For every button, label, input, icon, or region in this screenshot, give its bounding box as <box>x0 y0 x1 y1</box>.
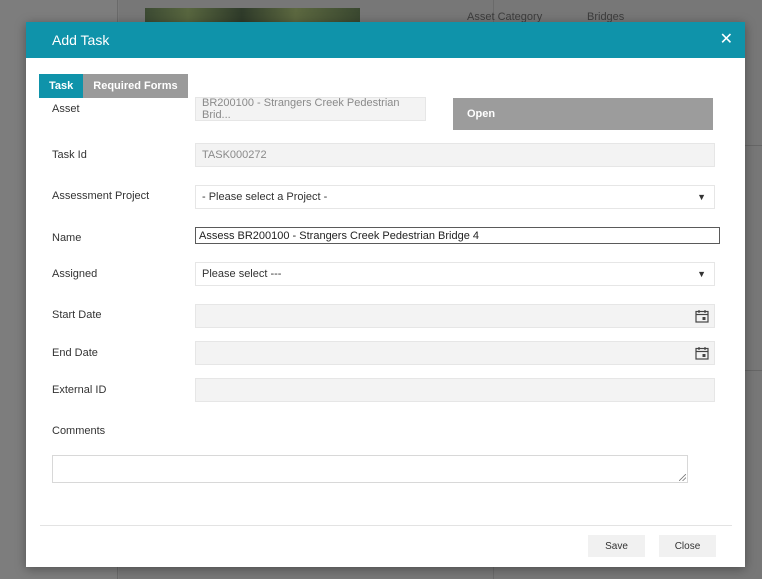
dialog-header: Add Task ✕ <box>26 22 745 58</box>
resize-handle-icon[interactable] <box>679 474 686 481</box>
name-value: Assess BR200100 - Strangers Creek Pedest… <box>199 229 480 242</box>
end-date-input[interactable] <box>195 341 715 365</box>
name-input[interactable]: Assess BR200100 - Strangers Creek Pedest… <box>195 227 720 244</box>
task-id-label: Task Id <box>52 149 87 161</box>
calendar-icon[interactable] <box>695 309 709 323</box>
comments-label: Comments <box>52 425 106 437</box>
open-asset-button[interactable]: Open <box>453 98 713 130</box>
tab-task[interactable]: Task <box>39 74 84 98</box>
asset-value: BR200100 - Strangers Creek Pedestrian Br… <box>202 97 400 121</box>
calendar-icon[interactable] <box>695 346 709 360</box>
assigned-select[interactable]: Please select --- ▼ <box>195 262 715 286</box>
save-button[interactable]: Save <box>588 535 645 557</box>
comments-textarea[interactable] <box>52 455 688 483</box>
add-task-dialog: Add Task ✕ Task Required Forms Asset BR2… <box>26 22 745 567</box>
chevron-down-icon: ▼ <box>697 269 706 279</box>
start-date-input[interactable] <box>195 304 715 328</box>
assessment-project-label: Assessment Project <box>52 190 150 202</box>
footer-divider <box>40 525 732 526</box>
external-id-input[interactable] <box>195 378 715 402</box>
background-asset-photo <box>145 8 360 22</box>
assessment-project-select[interactable]: - Please select a Project - ▼ <box>195 185 715 209</box>
chevron-down-icon: ▼ <box>697 192 706 202</box>
assigned-label: Assigned <box>52 268 98 280</box>
asset-field: BR200100 - Strangers Creek Pedestrian Br… <box>195 97 426 121</box>
asset-label: Asset <box>52 103 80 115</box>
background-divider <box>745 370 762 371</box>
dialog-title: Add Task <box>52 32 110 48</box>
close-button[interactable]: Close <box>659 535 716 557</box>
assessment-project-value: - Please select a Project - <box>202 191 328 203</box>
task-id-value: TASK000272 <box>202 149 267 161</box>
dialog-tabs: Task Required Forms <box>39 74 188 98</box>
external-id-label: External ID <box>52 384 107 396</box>
background-divider <box>745 145 762 146</box>
close-icon[interactable]: ✕ <box>720 32 733 48</box>
name-label: Name <box>52 232 82 244</box>
start-date-label: Start Date <box>52 309 102 321</box>
end-date-label: End Date <box>52 347 98 359</box>
background-footer <box>505 566 745 579</box>
assigned-value: Please select --- <box>202 268 282 280</box>
tab-required-forms[interactable]: Required Forms <box>83 74 188 98</box>
task-id-field: TASK000272 <box>195 143 715 167</box>
